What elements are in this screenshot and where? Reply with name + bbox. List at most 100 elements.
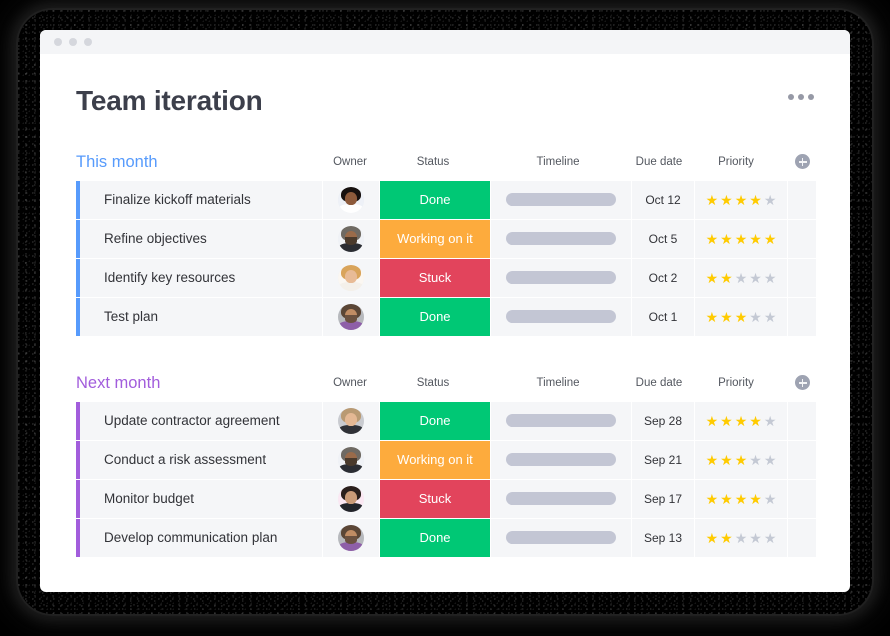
status-cell[interactable]: Done: [380, 518, 490, 557]
priority-star[interactable]: ★: [764, 232, 777, 246]
priority-star[interactable]: ★: [720, 531, 733, 545]
timeline-progress-bar[interactable]: [506, 492, 616, 506]
timeline-cell[interactable]: [491, 401, 631, 440]
priority-cell[interactable]: ★ ★ ★ ★ ★: [695, 297, 787, 336]
due-date-cell[interactable]: Sep 13: [632, 518, 694, 557]
priority-star[interactable]: ★: [720, 193, 733, 207]
priority-cell[interactable]: ★ ★ ★ ★ ★: [695, 518, 787, 557]
priority-star[interactable]: ★: [735, 453, 748, 467]
column-header-priority[interactable]: Priority: [690, 156, 782, 168]
status-cell[interactable]: Stuck: [380, 258, 490, 297]
priority-star[interactable]: ★: [735, 492, 748, 506]
due-date-cell[interactable]: Sep 28: [632, 401, 694, 440]
column-header-due-date[interactable]: Due date: [628, 156, 690, 168]
timeline-progress-bar[interactable]: [506, 531, 616, 545]
priority-star[interactable]: ★: [764, 310, 777, 324]
priority-star[interactable]: ★: [749, 232, 762, 246]
table-row[interactable]: Monitor budget Stuck Sep 17 ★ ★ ★ ★ ★: [76, 479, 816, 518]
column-header-priority[interactable]: Priority: [690, 377, 782, 389]
priority-cell[interactable]: ★ ★ ★ ★ ★: [695, 219, 787, 258]
owner-cell[interactable]: [323, 180, 379, 219]
timeline-cell[interactable]: [491, 258, 631, 297]
table-row[interactable]: Conduct a risk assessment Working on it Se…: [76, 440, 816, 479]
priority-cell[interactable]: ★ ★ ★ ★ ★: [695, 440, 787, 479]
status-badge[interactable]: Done: [380, 401, 490, 440]
priority-star[interactable]: ★: [764, 492, 777, 506]
priority-star[interactable]: ★: [749, 310, 762, 324]
priority-star[interactable]: ★: [764, 271, 777, 285]
due-date-cell[interactable]: Oct 1: [632, 297, 694, 336]
priority-star[interactable]: ★: [706, 193, 719, 207]
column-header-status[interactable]: Status: [378, 377, 488, 389]
priority-star[interactable]: ★: [749, 271, 762, 285]
table-row[interactable]: Update contractor agreement Done Sep 28 ★ ★ ★…: [76, 401, 816, 440]
priority-star[interactable]: ★: [735, 271, 748, 285]
status-badge[interactable]: Stuck: [380, 479, 490, 518]
status-badge[interactable]: Done: [380, 297, 490, 336]
status-badge[interactable]: Done: [380, 518, 490, 557]
owner-cell[interactable]: [323, 440, 379, 479]
task-name-cell[interactable]: Update contractor agreement: [76, 401, 322, 440]
task-name-cell[interactable]: Identify key resources: [76, 258, 322, 297]
avatar[interactable]: [338, 524, 364, 551]
column-header-owner[interactable]: Owner: [322, 377, 378, 389]
table-row[interactable]: Identify key resources Stuck Oct 2 ★ ★ ★ ★ ★: [76, 258, 816, 297]
status-badge[interactable]: Done: [380, 180, 490, 219]
table-row[interactable]: Finalize kickoff materials Done Oct 12 ★ ★ ★ ★…: [76, 180, 816, 219]
priority-star[interactable]: ★: [764, 453, 777, 467]
priority-star[interactable]: ★: [720, 453, 733, 467]
status-cell[interactable]: Stuck: [380, 479, 490, 518]
timeline-cell[interactable]: [491, 440, 631, 479]
due-date-cell[interactable]: Oct 5: [632, 219, 694, 258]
priority-star[interactable]: ★: [720, 271, 733, 285]
priority-star[interactable]: ★: [749, 453, 762, 467]
status-badge[interactable]: Working on it: [380, 440, 490, 479]
task-name-cell[interactable]: Test plan: [76, 297, 322, 336]
priority-star[interactable]: ★: [749, 414, 762, 428]
task-name-cell[interactable]: Develop communication plan: [76, 518, 322, 557]
due-date-cell[interactable]: Sep 17: [632, 479, 694, 518]
task-name-cell[interactable]: Refine objectives: [76, 219, 322, 258]
priority-star[interactable]: ★: [749, 193, 762, 207]
priority-star[interactable]: ★: [706, 414, 719, 428]
priority-star[interactable]: ★: [706, 531, 719, 545]
table-row[interactable]: Test plan Done Oct 1 ★ ★ ★ ★ ★: [76, 297, 816, 336]
avatar[interactable]: [338, 446, 364, 473]
status-cell[interactable]: Working on it: [380, 440, 490, 479]
priority-star[interactable]: ★: [720, 414, 733, 428]
priority-cell[interactable]: ★ ★ ★ ★ ★: [695, 401, 787, 440]
column-header-status[interactable]: Status: [378, 156, 488, 168]
column-header-due-date[interactable]: Due date: [628, 377, 690, 389]
task-name-cell[interactable]: Finalize kickoff materials: [76, 180, 322, 219]
timeline-cell[interactable]: [491, 297, 631, 336]
owner-cell[interactable]: [323, 219, 379, 258]
priority-star[interactable]: ★: [749, 492, 762, 506]
timeline-progress-bar[interactable]: [506, 453, 616, 467]
avatar[interactable]: [338, 186, 364, 213]
priority-star[interactable]: ★: [735, 414, 748, 428]
add-column-icon[interactable]: [795, 375, 810, 391]
priority-star[interactable]: ★: [749, 531, 762, 545]
priority-star[interactable]: ★: [706, 492, 719, 506]
owner-cell[interactable]: [323, 518, 379, 557]
priority-star[interactable]: ★: [764, 531, 777, 545]
priority-star[interactable]: ★: [764, 414, 777, 428]
status-cell[interactable]: Working on it: [380, 219, 490, 258]
task-name-cell[interactable]: Conduct a risk assessment: [76, 440, 322, 479]
timeline-progress-bar[interactable]: [506, 310, 616, 324]
timeline-progress-bar[interactable]: [506, 414, 616, 428]
priority-star[interactable]: ★: [706, 453, 719, 467]
avatar[interactable]: [338, 303, 364, 330]
timeline-progress-bar[interactable]: [506, 271, 616, 285]
timeline-progress-bar[interactable]: [506, 193, 616, 207]
priority-cell[interactable]: ★ ★ ★ ★ ★: [695, 479, 787, 518]
table-row[interactable]: Develop communication plan Done Sep 13 ★ ★ ★ ★…: [76, 518, 816, 557]
close-dot-icon[interactable]: [54, 38, 62, 46]
avatar[interactable]: [338, 407, 364, 434]
table-row[interactable]: Refine objectives Working on it Oct 5 ★ ★ ★ ★ ★: [76, 219, 816, 258]
priority-star[interactable]: ★: [764, 193, 777, 207]
priority-star[interactable]: ★: [735, 310, 748, 324]
group-title[interactable]: This month: [76, 154, 322, 171]
status-cell[interactable]: Done: [380, 401, 490, 440]
kebab-menu-icon[interactable]: [788, 86, 816, 100]
